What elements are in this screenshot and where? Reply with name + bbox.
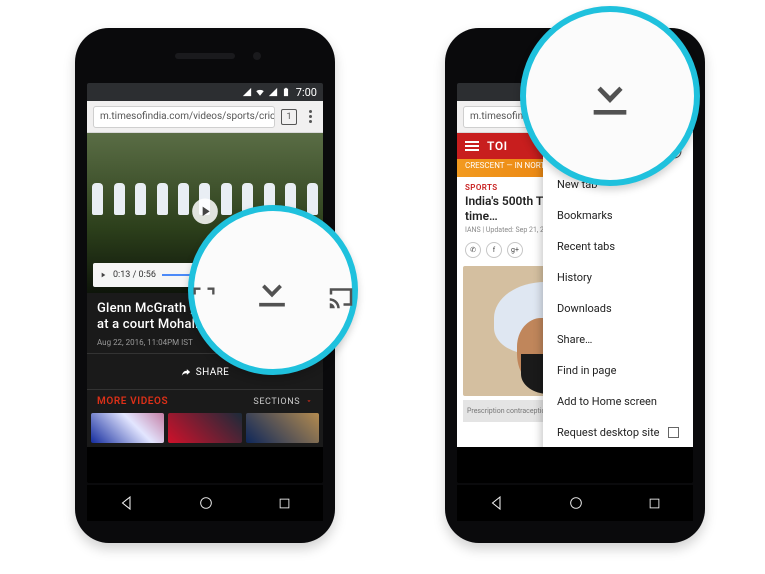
statusbar: 7:00 (87, 83, 323, 101)
battery-icon (281, 87, 291, 97)
callout-download-icon (520, 6, 700, 186)
menu-add-home[interactable]: Add to Home screen (543, 386, 693, 417)
menu-downloads[interactable]: Downloads (543, 293, 693, 324)
callout-video-controls (188, 205, 358, 375)
signal-icon (268, 87, 278, 97)
menu-recent-tabs[interactable]: Recent tabs (543, 231, 693, 262)
menu-history[interactable]: History (543, 262, 693, 293)
site-logo[interactable]: TOI (487, 139, 508, 153)
overflow-menu-button[interactable] (303, 110, 317, 123)
play-small-icon[interactable] (99, 271, 107, 279)
sections-dropdown[interactable]: SECTIONS (253, 397, 313, 407)
play-icon[interactable] (191, 197, 219, 225)
gplus-icon[interactable]: g+ (507, 242, 523, 258)
facebook-icon[interactable]: f (486, 242, 502, 258)
hamburger-icon[interactable] (465, 141, 479, 151)
video-thumbnails (87, 413, 323, 447)
clock: 7:00 (296, 86, 317, 99)
network-icon (242, 87, 252, 97)
thumb[interactable] (168, 413, 241, 443)
home-icon[interactable] (198, 495, 214, 511)
menu-share[interactable]: Share… (543, 324, 693, 355)
menu-desktop-site[interactable]: Request desktop site (543, 417, 693, 447)
recents-icon[interactable] (647, 496, 662, 511)
speaker (175, 53, 235, 59)
video-time: 0:13 / 0:56 (113, 270, 156, 280)
cast-icon (326, 282, 356, 312)
back-icon[interactable] (118, 494, 136, 512)
fullscreen-icon (190, 284, 218, 312)
whatsapp-icon[interactable]: ✆ (465, 242, 481, 258)
url-bar[interactable]: m.timesofindia.com/videos/sports/crick (93, 106, 275, 128)
android-navbar (457, 485, 693, 521)
android-navbar (87, 485, 323, 521)
page-content: TOI CRESCENT — IN NORTH SPORTS India's 5… (457, 133, 693, 447)
chevron-down-icon (305, 397, 313, 405)
home-icon[interactable] (568, 495, 584, 511)
wifi-icon (255, 87, 265, 97)
recents-icon[interactable] (277, 496, 292, 511)
tabs-button[interactable]: 1 (281, 109, 297, 125)
share-label: SHARE (196, 367, 230, 378)
thumb[interactable] (91, 413, 164, 443)
more-videos-header: MORE VIDEOS SECTIONS (87, 390, 323, 413)
more-videos-label: MORE VIDEOS (97, 396, 168, 407)
download-icon (582, 68, 638, 124)
back-icon[interactable] (488, 494, 506, 512)
checkbox-icon[interactable] (668, 427, 679, 438)
sensor (253, 52, 261, 60)
download-icon (250, 268, 294, 312)
thumb[interactable] (246, 413, 319, 443)
menu-find[interactable]: Find in page (543, 355, 693, 386)
menu-bookmarks[interactable]: Bookmarks (543, 200, 693, 231)
share-icon (181, 367, 191, 377)
chrome-toolbar: m.timesofindia.com/videos/sports/crick 1 (87, 101, 323, 133)
